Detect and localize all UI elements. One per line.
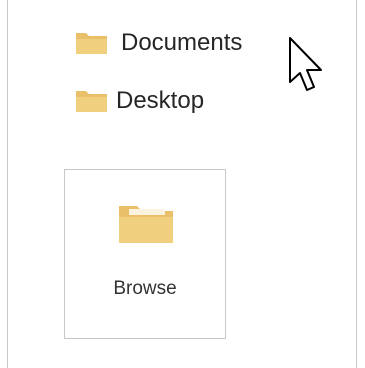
folder-label-desktop: Desktop [116, 87, 205, 114]
open-folder-icon [119, 206, 173, 243]
folder-label-documents: Documents [121, 29, 243, 56]
recent-folder-documents[interactable]: Documents [75, 27, 242, 59]
folder-icon [76, 33, 107, 54]
recent-folder-desktop[interactable]: Desktop [75, 85, 204, 117]
browse-button[interactable]: Browse [64, 169, 226, 339]
folder-icon [76, 91, 107, 112]
save-location-pane: Documents Desktop Browse [7, 0, 357, 368]
browse-label: Browse [113, 278, 177, 299]
